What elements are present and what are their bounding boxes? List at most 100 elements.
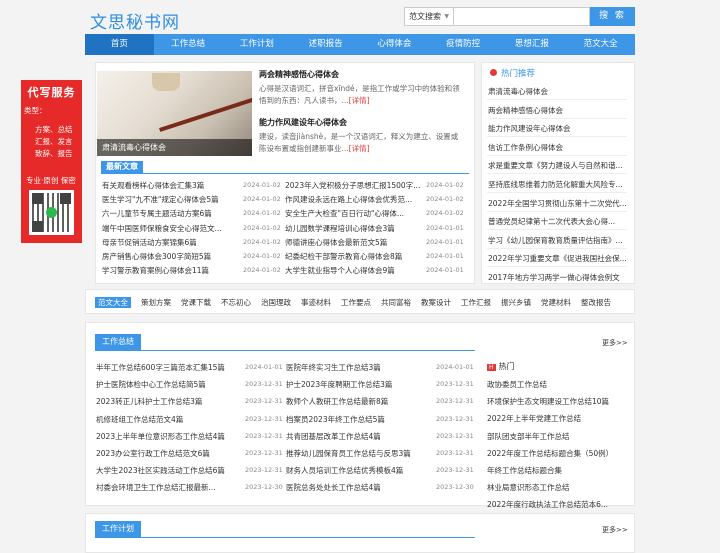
nav-item-thought-report[interactable]: 思想汇报: [498, 34, 567, 55]
hot-item[interactable]: 能力作风建设年心得体会: [488, 123, 626, 134]
tag-item[interactable]: 工作汇报: [461, 297, 491, 308]
tag-item[interactable]: 治国理政: [261, 297, 291, 308]
nav-item-experience[interactable]: 心得体会: [360, 34, 429, 55]
list-item[interactable]: 护士2023年度聘期工作总结3篇: [286, 379, 426, 390]
cup-shape: [152, 73, 180, 91]
tag-item[interactable]: 振兴乡镇: [501, 297, 531, 308]
list-item[interactable]: 2023上半年单位意识形态工作总结4篇: [96, 431, 236, 442]
hot-item[interactable]: 年终工作总结标题合集: [487, 465, 627, 476]
nav-item-all[interactable]: 范文大全: [566, 34, 635, 55]
list-item[interactable]: 六一儿童节专属主题活动方案6篇: [102, 208, 238, 219]
list-item[interactable]: 幼儿园数学课程培训心得体会3篇: [285, 223, 422, 234]
tag-item[interactable]: 不忘初心: [221, 297, 251, 308]
hot-item[interactable]: 求是重要文章《努力建设人与自然和谐...: [488, 160, 626, 171]
list-item-date: 2023-12-31: [245, 397, 283, 406]
list-item[interactable]: 房产销售心得体会300字简短5篇: [102, 251, 238, 262]
tag-item[interactable]: 范文大全: [95, 297, 131, 308]
hot-item[interactable]: 肃清流毒心得体会: [488, 86, 626, 97]
list-item[interactable]: 安全生产大检查"百日行动"心得体...: [285, 208, 422, 219]
list-item[interactable]: 共青团基层改革工作总结4篇: [286, 431, 426, 442]
side-ad-banner[interactable]: 代写服务 类型： 方案、总结 汇报、发言 致辞、报告 专业·原创 保密: [21, 80, 82, 243]
latest-heading: 最新文章: [101, 161, 143, 173]
list-item-date: 2024-01-02: [243, 237, 281, 246]
list-item[interactable]: 有关观看榜样心得体会汇集3篇: [102, 180, 238, 191]
hot-item[interactable]: 2022年度工作总结标题合集（50例）: [487, 448, 627, 459]
section-title[interactable]: 工作总结: [95, 334, 141, 350]
hot-item[interactable]: 普通党员纪律第十二次代表大会心得...: [488, 216, 626, 227]
tag-item[interactable]: 共同富裕: [381, 297, 411, 308]
list-item[interactable]: 教师个人教研工作总结最新8篇: [286, 396, 426, 407]
tag-item[interactable]: 教案设计: [421, 297, 451, 308]
list-item[interactable]: 纪委纪检干部警示教育心得体会8篇: [285, 251, 422, 262]
tag-item[interactable]: 整改报告: [581, 297, 611, 308]
list-item[interactable]: 医生学习"九不准"规定心得体会5篇: [102, 194, 238, 205]
list-item-date: 2024-01-02: [243, 209, 281, 218]
list-item[interactable]: 2023办公室行政工作总结范文6篇: [96, 448, 236, 459]
list-item[interactable]: 财务人员培训工作总结优秀模板4篇: [286, 465, 426, 476]
ad-line: 方案、总结: [35, 125, 73, 134]
hot-heading-text: 热门推荐: [501, 69, 536, 79]
search-type-select[interactable]: 范文搜索 ▼: [404, 7, 454, 26]
list-item[interactable]: 学习警示教育案例心得体会11篇: [102, 265, 238, 276]
headline-more-link[interactable]: [详情]: [349, 144, 370, 153]
headline-title[interactable]: 两会精神感悟心得体会: [259, 69, 339, 80]
hot-item[interactable]: 林业局意识形态工作总结: [487, 482, 627, 493]
list-item[interactable]: 医院年终实习生工作总结3篇: [286, 362, 426, 373]
hot-item[interactable]: 2017年地方学习两学一做心得体会例文: [488, 272, 626, 283]
hot-item[interactable]: 政协委员工作总结: [487, 379, 627, 390]
hot-item[interactable]: 两会精神感悟心得体会: [488, 105, 626, 116]
list-item[interactable]: 护士医院体检中心工作总结简5篇: [96, 379, 236, 390]
list-item[interactable]: 端午中国医师保粮食安全心得范文...: [102, 223, 238, 234]
more-link[interactable]: 更多>>: [602, 338, 628, 348]
tag-item[interactable]: 党建材料: [541, 297, 571, 308]
hot-item[interactable]: 部队团支部半年工作总结: [487, 431, 627, 442]
list-item-date: 2024-01-01: [426, 252, 464, 260]
ad-title: 代写服务: [27, 86, 76, 99]
tag-item[interactable]: 事迹材料: [301, 297, 331, 308]
tag-item[interactable]: 党课下载: [181, 297, 211, 308]
hot-badge-icon: H: [487, 364, 496, 371]
divider: [487, 173, 627, 175]
list-item-date: 2024-01-02: [426, 209, 464, 218]
section-title[interactable]: 工作计划: [95, 521, 141, 537]
list-item-date: 2024-01-02: [243, 223, 281, 232]
list-item-date: 2023-12-31: [436, 431, 474, 440]
list-item[interactable]: 2023年入党积极分子思想汇报1500字...: [285, 180, 422, 191]
list-item[interactable]: 作风建设永远在路上心得体会优秀范...: [285, 194, 422, 205]
list-item[interactable]: 师德讲座心得体会最新范文5篇: [285, 237, 422, 248]
tag-item[interactable]: 工作要点: [341, 297, 371, 308]
list-item[interactable]: 大学生2023社区实践活动工作总结6篇: [96, 465, 236, 476]
list-item[interactable]: 医院总务处处长工作总结4篇: [286, 482, 426, 493]
list-item[interactable]: 母亲节促销活动方案锦集6篇: [102, 237, 238, 248]
hot-item[interactable]: 2022年全国学习贯彻山东第十二次党代...: [488, 198, 626, 209]
nav-item-epidemic[interactable]: 疫情防控: [429, 34, 498, 55]
hot-item[interactable]: 2022年学习重要文章《促进我国社会保...: [488, 253, 626, 264]
list-item[interactable]: 机修班组工作总结范文4篇: [96, 414, 236, 425]
more-link[interactable]: 更多>>: [602, 525, 628, 535]
search-button[interactable]: 搜 索: [590, 7, 635, 26]
hot-item[interactable]: 学习《幼儿园保育教育质量评估指南》...: [488, 235, 626, 246]
site-logo[interactable]: 文思秘书网: [90, 8, 180, 33]
hot-item[interactable]: 2022年度行政执法工作总结范本6...: [487, 499, 627, 510]
list-item[interactable]: 推荐幼儿园保育员工作总结与反思3篇: [286, 448, 426, 459]
search-input[interactable]: [454, 7, 590, 26]
hot-item[interactable]: 环境保护生态文明建设工作总结10篇: [487, 396, 627, 407]
nav-item-report[interactable]: 述职报告: [291, 34, 360, 55]
list-item[interactable]: 村委会环境卫生工作总结汇报最新...: [96, 482, 236, 493]
list-item[interactable]: 2023转正儿科护士工作总结3篇: [96, 396, 236, 407]
hot-heading: 热门推荐: [490, 67, 535, 79]
list-item[interactable]: 大学生就业指导个人心得体会9篇: [285, 265, 422, 276]
hot-item[interactable]: 坚持底线思维着力防范化解重大风险专...: [488, 179, 626, 190]
list-item-date: 2023-12-31: [245, 414, 283, 423]
nav-item-work-plan[interactable]: 工作计划: [223, 34, 292, 55]
headline-more-link[interactable]: [详情]: [349, 96, 370, 105]
nav-item-work-summary[interactable]: 工作总结: [154, 34, 223, 55]
list-item[interactable]: 半年工作总结600字三篇范本汇集15篇: [96, 362, 236, 373]
nav-item-home[interactable]: 首页: [85, 34, 154, 55]
list-item[interactable]: 档案员2023年终工作总结5篇: [286, 414, 426, 425]
hero-image[interactable]: 肃清流毒心得体会: [97, 71, 252, 156]
headline-title[interactable]: 能力作风建设年心得体会: [259, 117, 347, 128]
hot-item[interactable]: 2022年上半年党建工作总结: [487, 413, 627, 424]
tag-item[interactable]: 策划方案: [141, 297, 171, 308]
hot-item[interactable]: 信访工作条例心得体会: [488, 142, 626, 153]
